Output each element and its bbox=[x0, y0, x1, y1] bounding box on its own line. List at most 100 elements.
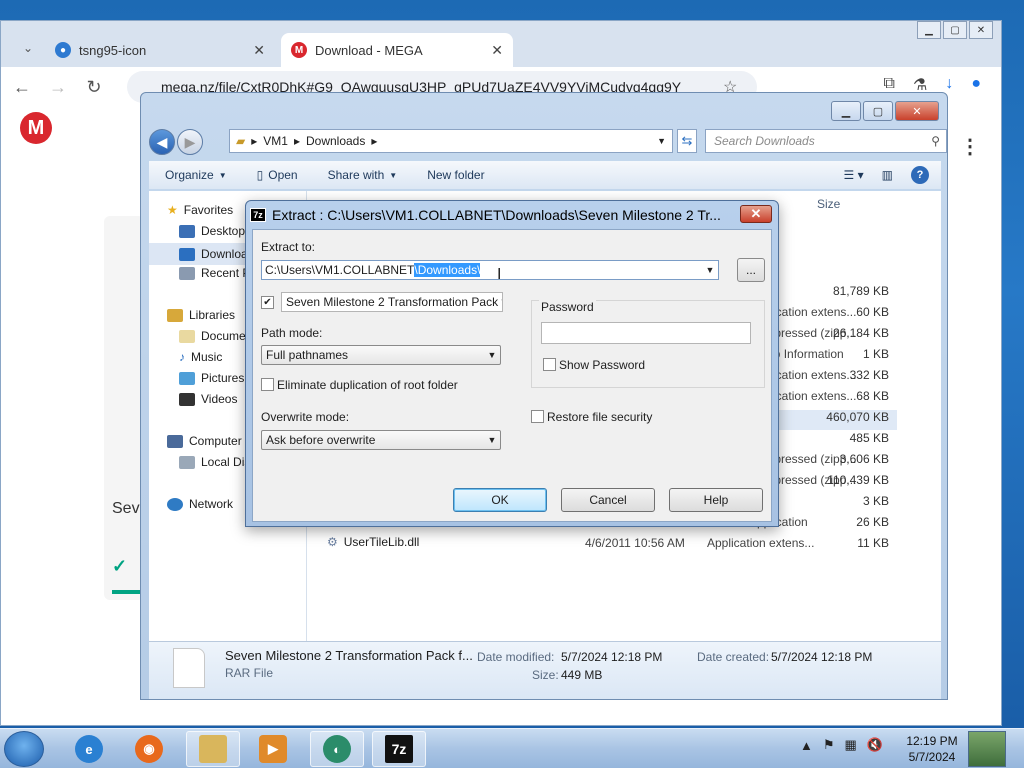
taskbar-firefox[interactable]: ◉ bbox=[122, 731, 176, 767]
show-password-checkbox[interactable] bbox=[543, 358, 556, 371]
taskbar-media-player[interactable]: ▶ bbox=[246, 731, 300, 767]
details-modified-label: Date modified: bbox=[477, 650, 555, 664]
open-label: Open bbox=[268, 168, 298, 182]
path-mode-select[interactable]: Full pathnames ▼ bbox=[261, 345, 501, 365]
menu-kebab-icon[interactable]: ⋮ bbox=[960, 134, 980, 159]
password-input[interactable] bbox=[541, 322, 751, 344]
size-cell: 26,184 KB bbox=[832, 326, 889, 340]
refresh-icon[interactable]: ⇆ bbox=[677, 129, 697, 153]
internet-explorer-icon: e bbox=[75, 735, 103, 763]
videos-icon bbox=[179, 392, 195, 406]
desktop-icon bbox=[179, 224, 195, 238]
profile-icon[interactable]: ● bbox=[971, 75, 981, 95]
help-icon[interactable]: ? bbox=[911, 166, 929, 184]
path-mode-label: Path mode: bbox=[261, 326, 323, 340]
mega-favicon-icon: M bbox=[291, 42, 307, 58]
subfolder-name-input[interactable]: Seven Milestone 2 Transformation Pack fo… bbox=[281, 292, 503, 312]
explorer-address-row: ◀ ▶ ▰ ▸ VM1 ▸ Downloads ▸ ▼ ⇆ Search Dow… bbox=[149, 127, 947, 157]
chevron-down-icon[interactable]: ▼ bbox=[702, 265, 718, 275]
file-row-usertilelib[interactable]: ⚙ UserTileLib.dll bbox=[327, 535, 419, 549]
path-prefix: C:\Users\VM1.COLLABNET bbox=[265, 263, 415, 277]
close-button[interactable]: ✕ bbox=[895, 101, 939, 121]
maximize-button[interactable]: ▢ bbox=[863, 101, 893, 121]
taskbar-chrome[interactable]: ◐ bbox=[310, 731, 364, 767]
chevron-down-icon[interactable]: ▼ bbox=[657, 136, 666, 146]
nav-label: Network bbox=[189, 497, 234, 511]
search-icon: ⚲ bbox=[931, 134, 940, 148]
tab-close-icon[interactable]: ✕ bbox=[253, 42, 265, 59]
back-arrow-icon[interactable]: ◀ bbox=[149, 129, 175, 155]
breadcrumb-sep: ▸ bbox=[371, 134, 378, 148]
breadcrumb-downloads[interactable]: Downloads bbox=[306, 134, 365, 148]
show-desktop-button[interactable] bbox=[968, 731, 1006, 767]
explorer-search-input[interactable]: Search Downloads ⚲ bbox=[705, 129, 947, 153]
forward-arrow-icon[interactable]: ▶ bbox=[177, 129, 203, 155]
explorer-breadcrumb[interactable]: ▰ ▸ VM1 ▸ Downloads ▸ ▼ bbox=[229, 129, 673, 153]
tab-close-icon[interactable]: ✕ bbox=[491, 42, 503, 59]
clock[interactable]: 12:19 PM 5/7/2024 bbox=[900, 733, 964, 765]
tray-expand-icon[interactable]: ▲ bbox=[800, 738, 813, 753]
dialog-close-button[interactable]: ✕ bbox=[740, 205, 772, 223]
libraries-icon bbox=[167, 308, 183, 322]
open-button[interactable]: ▯ Open bbox=[257, 168, 298, 182]
new-folder-button[interactable]: New folder bbox=[427, 168, 484, 182]
taskbar-7zip[interactable]: 7z bbox=[372, 731, 426, 767]
size-cell: 485 KB bbox=[849, 431, 889, 445]
help-button[interactable]: Help bbox=[669, 488, 763, 512]
volume-muted-icon[interactable]: 🔇 bbox=[867, 737, 883, 753]
view-options-icon[interactable]: ☰ ▾ bbox=[844, 168, 864, 182]
details-created-label: Date created: bbox=[697, 650, 770, 664]
details-size-label: Size: bbox=[532, 668, 559, 682]
browser-tab-tsng95[interactable]: ● tsng95-icon ✕ bbox=[45, 33, 275, 67]
nav-label: Pictures bbox=[201, 371, 245, 385]
eliminate-duplication-checkbox[interactable] bbox=[261, 378, 274, 391]
start-button[interactable] bbox=[4, 731, 44, 767]
extract-to-label: Extract to: bbox=[261, 240, 316, 254]
ok-button[interactable]: OK bbox=[453, 488, 547, 512]
network-icon[interactable]: ▦ bbox=[845, 737, 857, 753]
browse-button[interactable]: ... bbox=[737, 258, 765, 282]
details-file-name: Seven Milestone 2 Transformation Pack f.… bbox=[225, 648, 473, 663]
tab-search-button[interactable]: ⌄ bbox=[13, 33, 43, 63]
browser-tab-mega[interactable]: M Download - MEGA ✕ bbox=[281, 33, 513, 67]
new-folder-label: New folder bbox=[427, 168, 485, 182]
details-size: 449 MB bbox=[561, 668, 603, 682]
preview-pane-icon[interactable]: ▥ bbox=[882, 168, 893, 182]
subfolder-checkbox[interactable]: ✔ bbox=[261, 296, 274, 309]
dialog-content: Extract to: C:\Users\VM1.COLLABNET \Downl… bbox=[252, 229, 772, 522]
taskbar-explorer[interactable] bbox=[186, 731, 240, 767]
taskbar-ie[interactable]: e bbox=[62, 731, 116, 767]
cancel-button[interactable]: Cancel bbox=[561, 488, 655, 512]
clock-time: 12:19 PM bbox=[906, 734, 958, 748]
forward-arrow-icon[interactable]: → bbox=[43, 72, 73, 102]
mega-logo-icon[interactable]: M bbox=[20, 112, 52, 144]
breadcrumb-sep: ▸ bbox=[293, 134, 300, 148]
organize-button[interactable]: Organize ▼ bbox=[165, 168, 227, 182]
tab-favicon-icon: ● bbox=[55, 42, 71, 58]
nav-label: Favorites bbox=[183, 203, 234, 217]
path-selected-text: \Downloads\ bbox=[414, 263, 481, 277]
reload-icon[interactable]: ↻ bbox=[79, 72, 109, 102]
close-button[interactable]: ✕ bbox=[969, 21, 993, 39]
music-icon: ♪ bbox=[179, 350, 185, 364]
minimize-button[interactable]: ▁ bbox=[831, 101, 861, 121]
nav-label: Desktop bbox=[201, 224, 246, 238]
restore-security-checkbox[interactable] bbox=[531, 410, 544, 423]
breadcrumb-vm1[interactable]: VM1 bbox=[263, 134, 288, 148]
nav-label: Videos bbox=[201, 392, 238, 406]
maximize-button[interactable]: ▢ bbox=[943, 21, 967, 39]
minimize-button[interactable]: ▁ bbox=[917, 21, 941, 39]
documents-icon bbox=[179, 329, 195, 343]
overwrite-mode-select[interactable]: Ask before overwrite ▼ bbox=[261, 430, 501, 450]
flag-icon[interactable]: ⚑ bbox=[823, 737, 835, 753]
extract-path-combobox[interactable]: C:\Users\VM1.COLLABNET \Downloads\ ▼ bbox=[261, 260, 719, 280]
browser-icon: ◐ bbox=[323, 735, 351, 763]
share-with-button[interactable]: Share with ▼ bbox=[328, 168, 398, 182]
download-icon[interactable]: ↓ bbox=[945, 75, 953, 95]
extract-dialog: 7z Extract : C:\Users\VM1.COLLABNET\Down… bbox=[245, 200, 779, 527]
downloads-icon bbox=[179, 247, 195, 261]
back-arrow-icon[interactable]: ← bbox=[7, 72, 37, 102]
system-tray: ▲ ⚑ ▦ 🔇 bbox=[800, 737, 883, 753]
nav-label: Music bbox=[191, 350, 223, 364]
column-header-size[interactable]: Size bbox=[817, 197, 840, 211]
